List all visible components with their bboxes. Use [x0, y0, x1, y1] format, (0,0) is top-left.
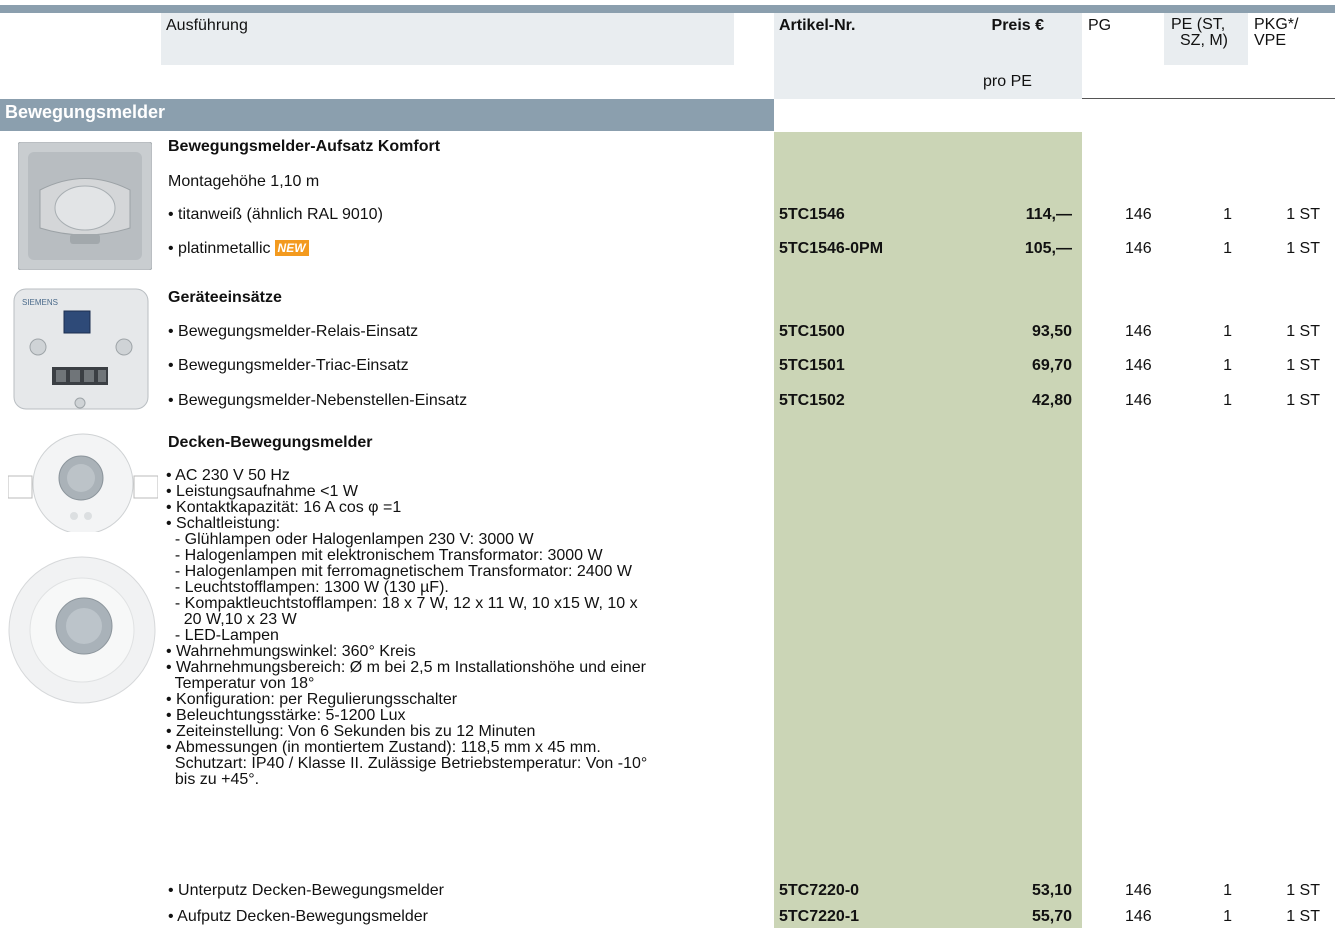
row-pg: 146	[1125, 908, 1152, 925]
motion-detector-cover-image	[17, 141, 153, 271]
spec-line: 20 W,10 x 23 W	[166, 611, 297, 628]
row-label: • Unterputz Decken-Bewegungsmelder	[168, 882, 444, 899]
row-pe: 1	[1223, 240, 1232, 257]
row-pkg: 1 ST	[1286, 882, 1320, 899]
row-pg: 146	[1125, 240, 1152, 257]
row-pg: 146	[1125, 206, 1152, 223]
row-label: • Bewegungsmelder-Triac-Einsatz	[168, 357, 409, 374]
spec-line: • Wahrnehmungswinkel: 360° Kreis	[166, 643, 416, 660]
spec-line: • Konfiguration: per Regulierungsschalte…	[166, 691, 458, 708]
header-ausfuehrung: Ausführung	[166, 17, 248, 34]
row-pe: 1	[1223, 882, 1232, 899]
spec-line: • AC 230 V 50 Hz	[166, 467, 290, 484]
row-pg: 146	[1125, 392, 1152, 409]
group-title-decken: Decken-Bewegungsmelder	[168, 434, 373, 451]
spec-line: • Leistungsaufnahme <1 W	[166, 483, 358, 500]
spec-line: • Kontaktkapazität: 16 A cos φ =1	[166, 499, 402, 516]
spec-line: - Kompaktleuchtstofflampen: 18 x 7 W, 12…	[166, 595, 638, 612]
ceiling-detector-surface-image	[8, 556, 156, 704]
row-label: • Bewegungsmelder-Nebenstellen-Einsatz	[168, 392, 468, 409]
row-pe: 1	[1223, 392, 1232, 409]
row-article: 5TC1501	[779, 357, 845, 374]
row-price: 53,10	[1031, 882, 1072, 899]
row-pe: 1	[1223, 908, 1232, 925]
header-pkg: PKG*/ VPE	[1254, 17, 1298, 49]
group-subtitle-montagehoehe: Montagehöhe 1,10 m	[168, 173, 320, 190]
row-pe: 1	[1223, 323, 1232, 340]
row-article: 5TC7220-0	[779, 882, 860, 899]
spec-line: bis zu +45°.	[166, 771, 260, 788]
row-pe: 1	[1223, 206, 1232, 223]
row-article: 5TC1546-0PM	[779, 240, 884, 257]
row-pkg: 1 ST	[1286, 357, 1320, 374]
spec-list: • AC 230 V 50 Hz • Leistungsaufnahme <1 …	[166, 468, 647, 788]
row-pkg: 1 ST	[1286, 323, 1320, 340]
row-price: 105,—	[1024, 240, 1072, 257]
header-preis: Preis €	[991, 17, 1044, 34]
row-price: 69,70	[1031, 357, 1072, 374]
row-article: 5TC1546	[779, 206, 845, 223]
row-pe: 1	[1223, 357, 1232, 374]
row-pkg: 1 ST	[1286, 206, 1320, 223]
spec-line: • Wahrnehmungsbereich: Ø m bei 2,5 m Ins…	[166, 659, 646, 676]
spec-line: - Leuchtstofflampen: 1300 W (130 µF).	[166, 579, 449, 596]
row-label-wrap: • platinmetallic NEW	[168, 240, 309, 258]
new-badge: NEW	[274, 240, 309, 256]
section-title: Bewegungsmelder	[5, 102, 166, 122]
header-pkg-line1: PKG*/	[1254, 16, 1299, 33]
row-pkg: 1 ST	[1286, 908, 1320, 925]
row-pg: 146	[1125, 357, 1152, 374]
spec-line: • Abmessungen (in montiertem Zustand): 1…	[166, 739, 601, 756]
row-pkg: 1 ST	[1286, 240, 1320, 257]
row-pkg: 1 ST	[1286, 392, 1320, 409]
row-label: • Bewegungsmelder-Relais-Einsatz	[168, 323, 419, 340]
header-artikel: Artikel-Nr.	[779, 17, 856, 34]
group-title-aufsatz: Bewegungsmelder-Aufsatz Komfort	[168, 138, 441, 155]
row-pg: 146	[1125, 323, 1152, 340]
spec-line: Schutzart: IP40 / Klasse II. Zulässige B…	[166, 755, 648, 772]
spec-line: - Halogenlampen mit ferromagnetischem Tr…	[166, 563, 632, 580]
header-pe-line2: SZ, M)	[1180, 32, 1228, 49]
header-pe: PE (ST, SZ, M)	[1171, 17, 1228, 49]
insert-brand-text: SIEMENS	[22, 298, 58, 307]
row-price: 55,70	[1031, 908, 1072, 925]
row-article: 5TC1502	[779, 392, 845, 409]
row-price: 114,—	[1025, 206, 1072, 223]
spec-line: • Zeiteinstellung: Von 6 Sekunden bis zu…	[166, 723, 536, 740]
row-pg: 146	[1125, 882, 1152, 899]
header-pkg-line2: VPE	[1254, 32, 1287, 49]
spec-line: • Schaltleistung:	[166, 515, 281, 532]
spec-line: - Halogenlampen mit elektronischem Trans…	[166, 547, 603, 564]
header-pg: PG	[1088, 17, 1112, 34]
row-article: 5TC1500	[779, 323, 845, 340]
spec-line: Temperatur von 18°	[166, 675, 315, 692]
row-label: • Aufputz Decken-Bewegungsmelder	[168, 908, 428, 925]
row-price: 93,50	[1031, 323, 1072, 340]
group-title-geraeteeinsaetze: Geräteeinsätze	[168, 289, 282, 306]
ceiling-detector-image	[7, 432, 159, 535]
row-label: • titanweiß (ähnlich RAL 9010)	[168, 206, 383, 223]
row-article: 5TC7220-1	[779, 908, 860, 925]
spec-line: - LED-Lampen	[166, 627, 279, 644]
top-bar	[0, 5, 1335, 13]
spec-line: - Glühlampen oder Halogenlampen 230 V: 3…	[166, 531, 534, 548]
row-price: 42,80	[1031, 392, 1072, 409]
device-insert-image: SIEMENS	[10, 285, 152, 413]
header-divider	[1082, 98, 1335, 99]
header-pe-line1: PE (ST,	[1171, 16, 1226, 33]
row-label: • platinmetallic	[168, 240, 271, 257]
header-pro-pe: pro PE	[983, 73, 1032, 90]
spec-line: • Beleuchtungsstärke: 5-1200 Lux	[166, 707, 406, 724]
